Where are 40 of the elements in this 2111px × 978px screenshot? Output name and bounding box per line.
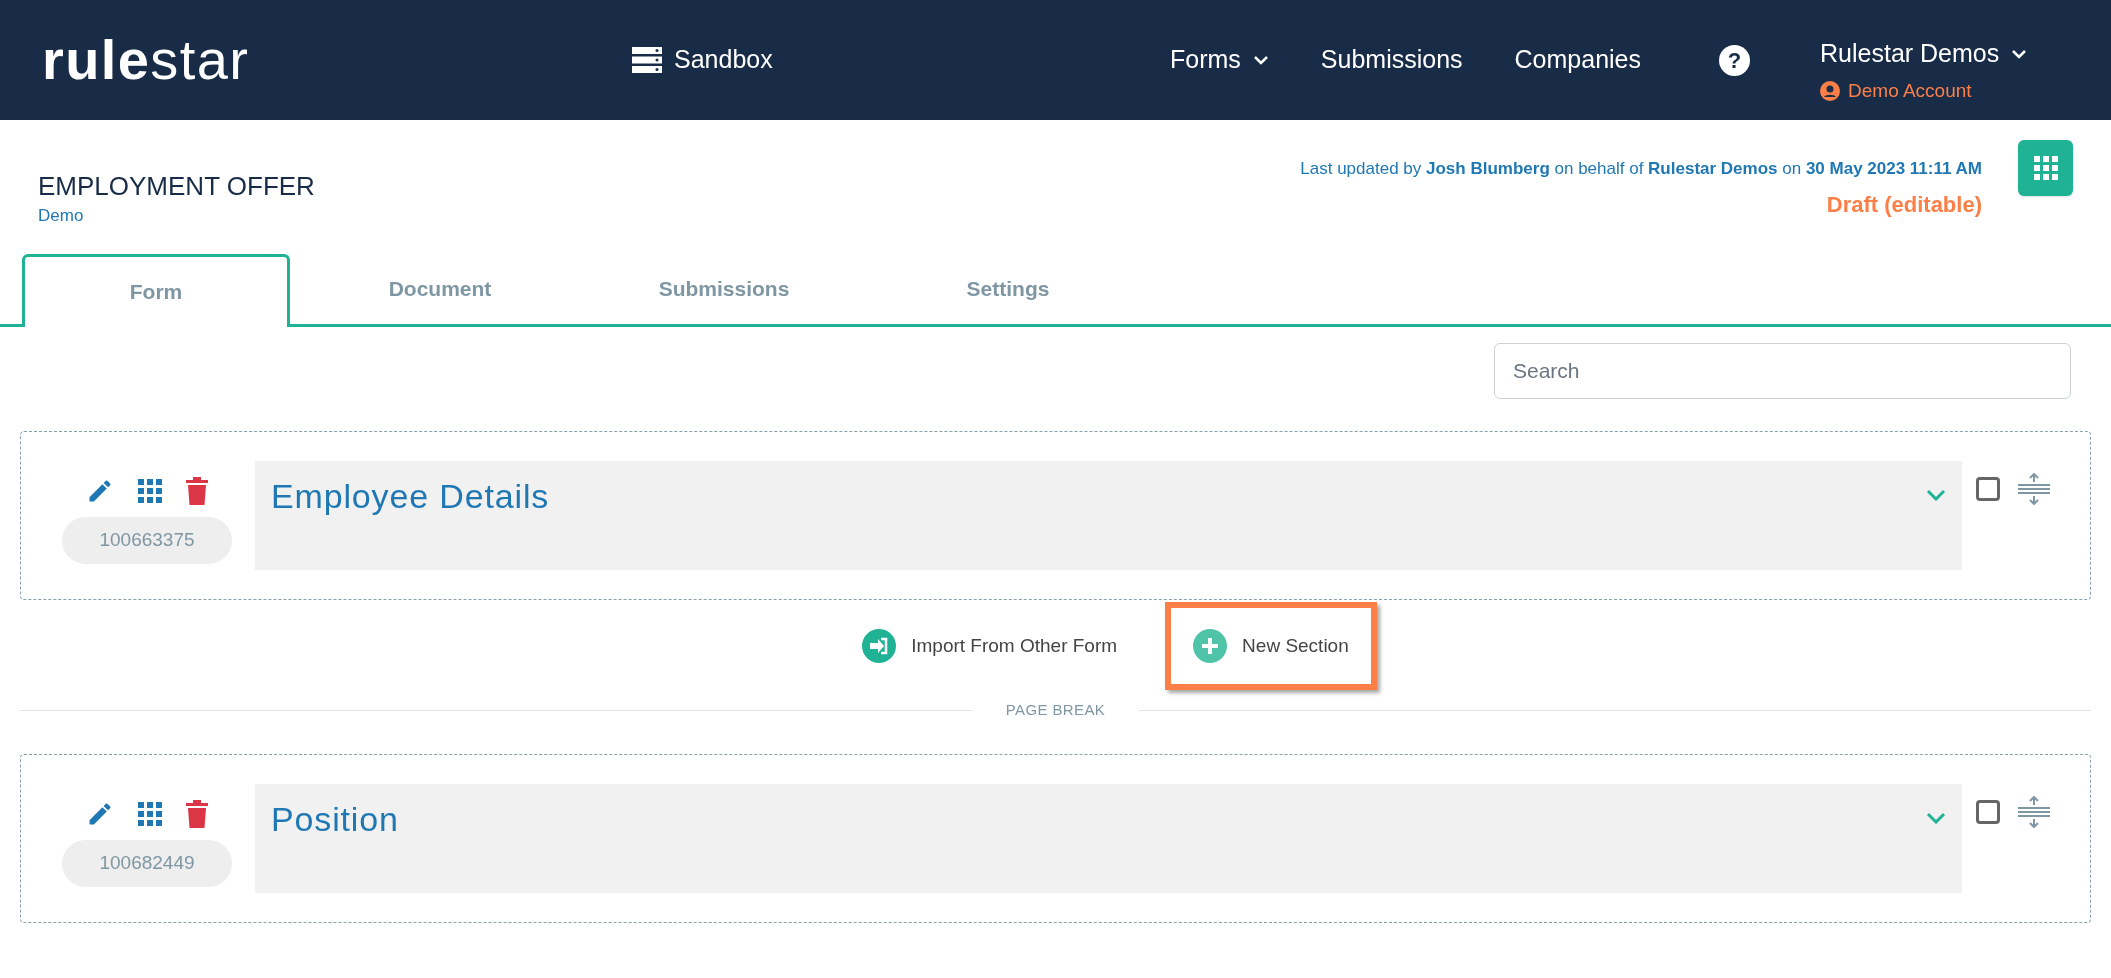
server-icon (632, 47, 662, 73)
help-button[interactable]: ? (1719, 44, 1750, 76)
chevron-down-icon (2011, 48, 2028, 59)
sign-in-icon (862, 629, 897, 663)
user-icon (1820, 80, 1840, 101)
trash-icon[interactable] (186, 800, 208, 828)
chevron-down-icon[interactable] (1926, 812, 1946, 824)
apps-button[interactable] (2018, 140, 2073, 196)
environment-label: Sandbox (674, 44, 773, 76)
trash-icon[interactable] (186, 477, 208, 505)
section-checkbox[interactable] (1976, 800, 2000, 824)
form-title: EMPLOYMENT OFFER (38, 170, 315, 203)
page-break-label: PAGE BREAK (1004, 699, 1107, 720)
section-title: Employee Details (271, 476, 550, 517)
new-section-button[interactable]: New Section (1165, 602, 1377, 690)
grid-icon (2033, 156, 2058, 180)
status-label: Draft (editable) (1826, 190, 1982, 219)
section-checkbox[interactable] (1976, 477, 2000, 501)
nav-link[interactable]: Submissions (1320, 41, 1463, 79)
section-header[interactable]: Employee Details (255, 461, 1962, 570)
grid-icon[interactable] (138, 479, 162, 503)
section-title: Position (271, 799, 399, 840)
nav-link[interactable]: Companies (1514, 41, 1641, 79)
search-field[interactable]: Search (1494, 343, 2071, 399)
chevron-down-icon (1252, 55, 1269, 65)
plus-icon (1193, 629, 1228, 663)
expand-collapse-icon[interactable] (2018, 796, 2050, 828)
section-id: 100682449 (62, 840, 232, 887)
account-role: Demo Account (1848, 78, 1972, 103)
logo[interactable]: rulestar (42, 32, 632, 88)
section-header[interactable]: Position (255, 784, 1962, 893)
account-menu[interactable]: Rulestar Demos (1820, 35, 2028, 73)
grid-icon[interactable] (138, 802, 162, 826)
expand-collapse-icon[interactable] (2018, 473, 2050, 505)
last-updated-text: Last updated by Josh Blumberg on behalf of Rulestar Demos on 30 May 2023 11:11 AM (1300, 158, 1982, 180)
chevron-down-icon[interactable] (1926, 489, 1946, 501)
import-button[interactable]: Import From Other Form (834, 602, 1146, 690)
section-id: 100663375 (62, 517, 232, 564)
form-subtitle: Demo (38, 204, 85, 227)
nav-link[interactable]: Forms (1170, 41, 1269, 79)
